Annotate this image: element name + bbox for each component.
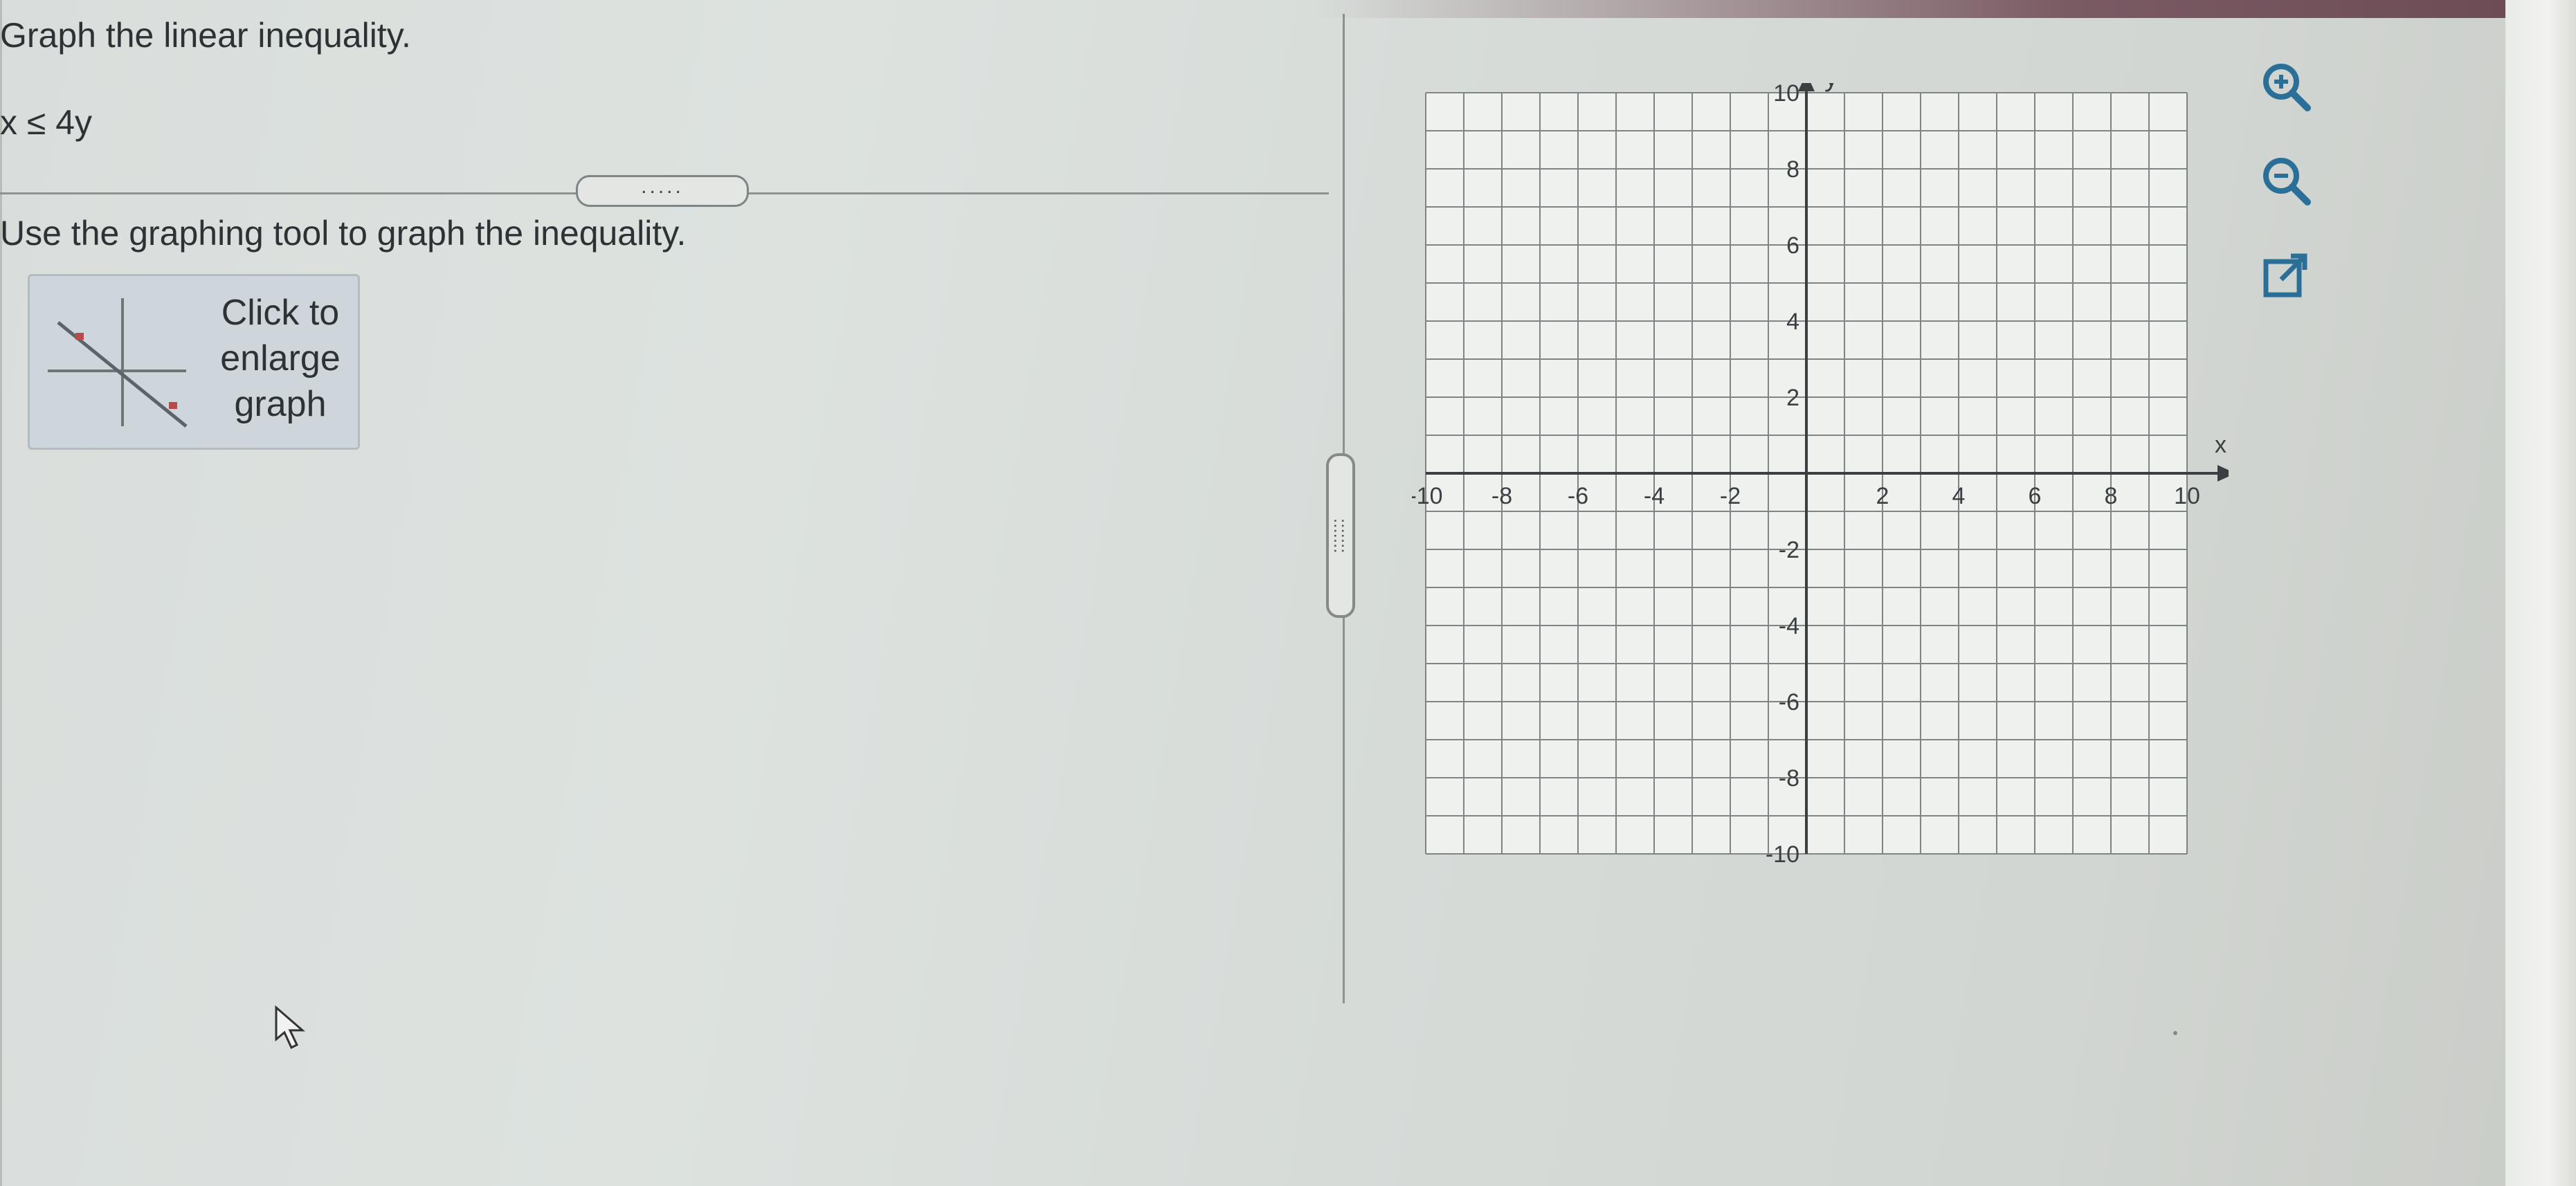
- x-tick-label: -2: [1720, 483, 1741, 509]
- x-tick-label: 6: [2029, 483, 2042, 509]
- graph-thumbnail-icon: [48, 298, 188, 428]
- y-tick-label: 10: [1773, 83, 1799, 107]
- y-tick-label: -6: [1779, 689, 1799, 715]
- x-tick-label: -6: [1568, 483, 1588, 509]
- y-tick-label: -2: [1779, 537, 1799, 563]
- resize-handle-dots: :::::::: [1330, 518, 1351, 554]
- more-indicator-button[interactable]: .....: [576, 175, 749, 207]
- mouse-cursor-icon: [275, 1005, 306, 1050]
- enlarge-graph-button[interactable]: Click to enlarge graph: [28, 274, 360, 450]
- y-axis-arrow: [1798, 83, 1815, 91]
- enlarge-graph-label: Click to enlarge graph: [220, 293, 341, 424]
- zoom-out-icon[interactable]: [2258, 152, 2313, 208]
- zoom-in-icon[interactable]: [2258, 58, 2313, 113]
- y-tick-label: -10: [1766, 841, 1799, 868]
- x-tick-label: -10: [1412, 483, 1443, 509]
- y-tick-label: -8: [1779, 765, 1799, 792]
- x-tick-label: -8: [1491, 483, 1512, 509]
- top-strip: [1315, 0, 2576, 18]
- instruction-text: Use the graphing tool to graph the inequ…: [0, 214, 687, 253]
- x-axis-arrow: [2217, 465, 2229, 482]
- x-tick-label: 2: [1876, 483, 1889, 509]
- external-link-icon[interactable]: [2258, 249, 2313, 304]
- x-tick-label: 10: [2174, 483, 2200, 509]
- y-tick-label: -4: [1779, 613, 1799, 639]
- y-tick-label: 4: [1786, 309, 1799, 335]
- inequality-text: x ≤ 4y: [0, 103, 93, 142]
- x-axis-label: x: [2215, 432, 2226, 458]
- y-tick-label: 8: [1786, 156, 1799, 183]
- y-tick-label: 6: [1786, 232, 1799, 259]
- x-tick-label: 4: [1952, 483, 1966, 509]
- question-title: Graph the linear inequality.: [0, 16, 411, 55]
- right-edge: [2505, 0, 2576, 1186]
- x-tick-label: 8: [2105, 483, 2118, 509]
- left-edge: [0, 0, 2, 1186]
- y-axis-label: y: [1824, 83, 1838, 92]
- y-tick-label: 2: [1786, 385, 1799, 411]
- x-tick-label: -4: [1644, 483, 1665, 509]
- graphing-area[interactable]: x y -10 -8 -6 -4 -2 2 4 6 8 10 10 8 6 4 2 -2 -4 -6 -8 -10: [1412, 83, 2229, 872]
- screen-speck: [2173, 1031, 2177, 1035]
- pane-resize-handle[interactable]: :::::::: [1326, 453, 1355, 618]
